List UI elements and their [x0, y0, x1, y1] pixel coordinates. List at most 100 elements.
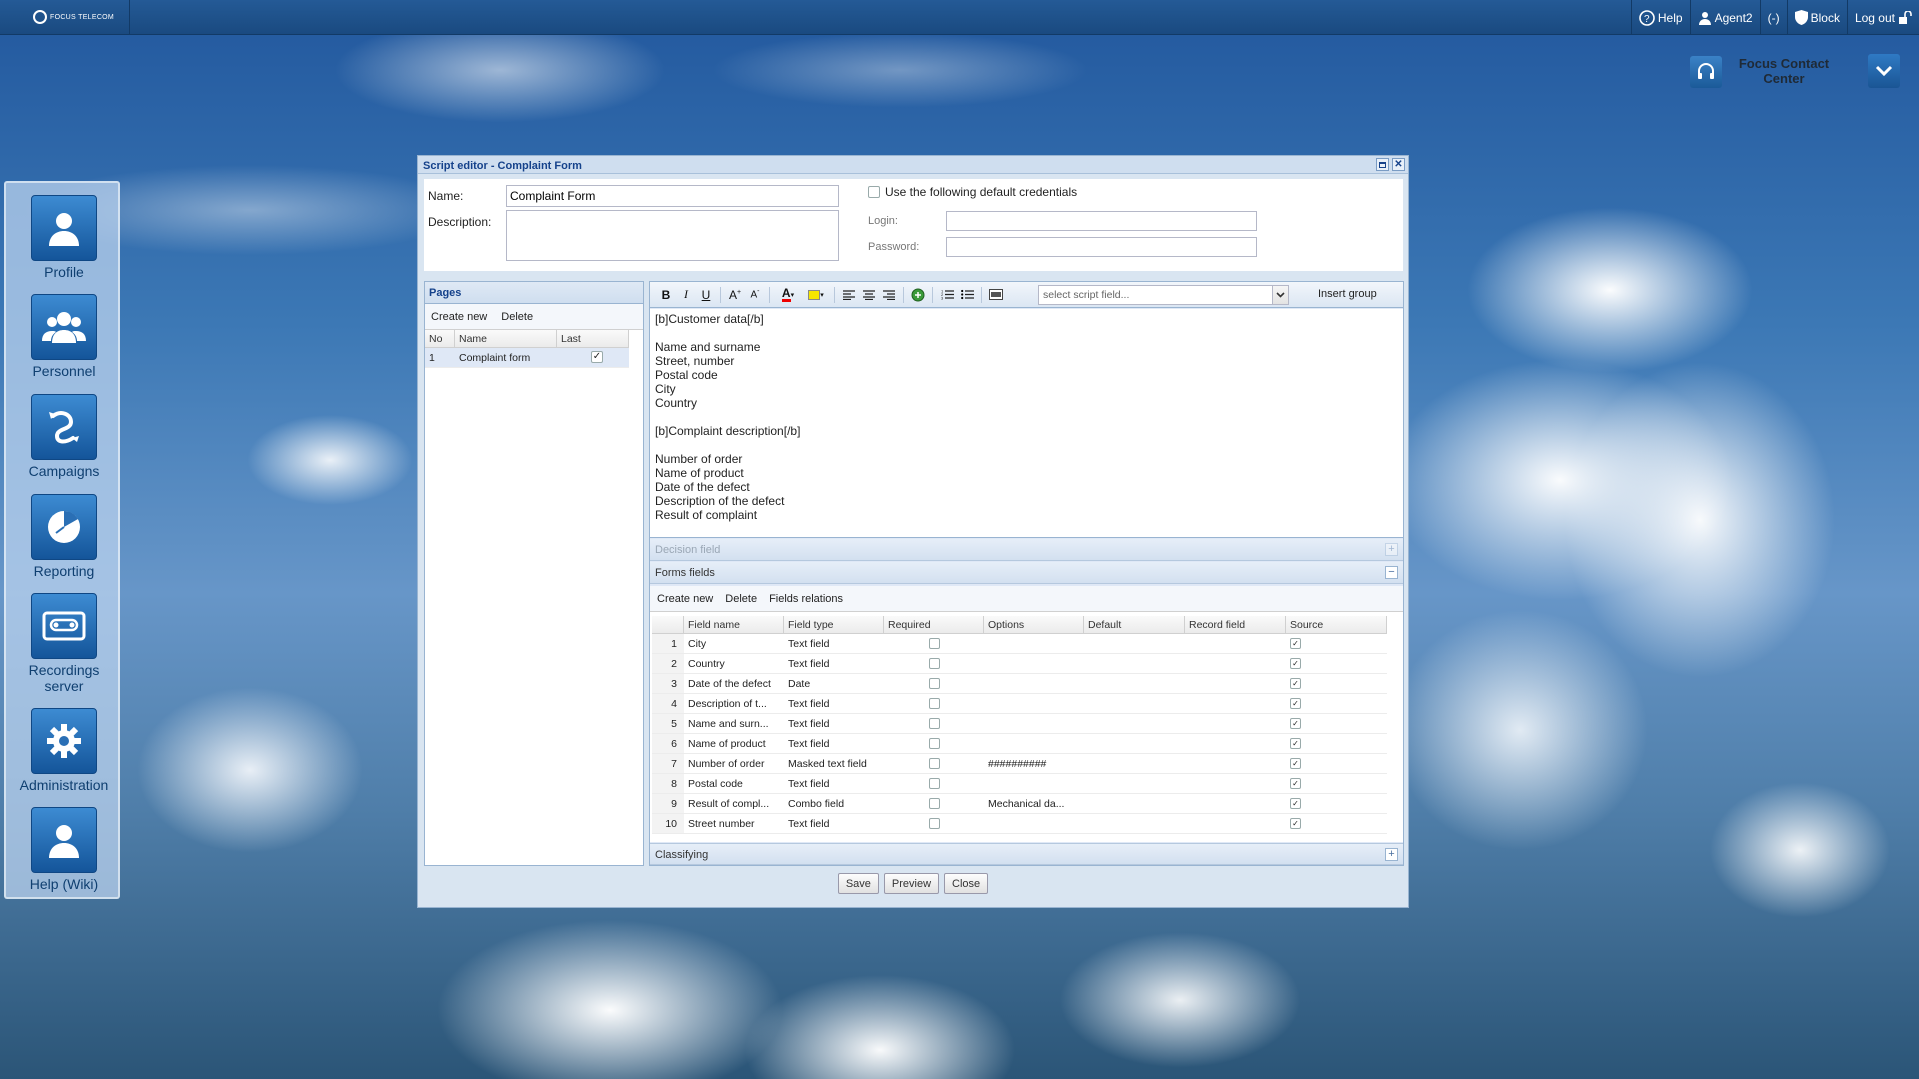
bold-icon: B	[661, 287, 671, 302]
create-page-button[interactable]: Create new	[431, 311, 487, 323]
sidebar-item-help-wiki[interactable]: Help (Wiki)	[6, 807, 122, 892]
column-header[interactable]: Source	[1286, 616, 1387, 633]
align-left-button[interactable]	[839, 285, 859, 305]
column-header[interactable]: Name	[455, 330, 557, 347]
bold-button[interactable]: B	[656, 285, 676, 305]
status-button[interactable]: (-)	[1759, 0, 1787, 35]
table-row[interactable]: 6 Name of product Text field ✓	[652, 734, 1387, 754]
source-checkbox[interactable]: ✓	[1290, 657, 1301, 669]
maximize-button[interactable]	[1376, 158, 1389, 171]
table-row[interactable]: 2 Country Text field ✓	[652, 654, 1387, 674]
sidebar-item-administration[interactable]: Administration	[6, 708, 122, 793]
name-input[interactable]	[506, 185, 839, 207]
italic-button[interactable]: I	[676, 285, 696, 305]
collapse-icon[interactable]: −	[1385, 566, 1398, 579]
required-checkbox[interactable]	[928, 657, 940, 669]
column-header[interactable]: Record field	[1185, 616, 1286, 633]
insert-link-button[interactable]	[908, 285, 928, 305]
source-checkbox[interactable]: ✓	[1290, 817, 1301, 829]
ordered-list-button[interactable]: 123	[937, 285, 957, 305]
column-header[interactable]: No	[425, 330, 455, 347]
table-row[interactable]: 9 Result of compl... Combo field Mechanical…	[652, 794, 1387, 814]
increase-font-button[interactable]: A+	[725, 285, 745, 305]
sidebar-item-recordings-server[interactable]: Recordings server	[6, 593, 122, 694]
source-checkbox[interactable]: ✓	[1290, 737, 1301, 749]
sidebar-item-profile[interactable]: Profile	[6, 195, 122, 280]
contact-center-dropdown[interactable]	[1868, 54, 1900, 88]
required-checkbox[interactable]	[928, 817, 940, 829]
save-button[interactable]: Save	[837, 873, 879, 894]
agent-button[interactable]: Agent2	[1689, 0, 1760, 35]
required-checkbox[interactable]	[928, 737, 940, 749]
source-checkbox[interactable]: ✓	[1290, 677, 1301, 689]
default-cell	[1084, 774, 1185, 793]
sidebar-item-reporting[interactable]: Reporting	[6, 494, 122, 579]
source-checkbox[interactable]: ✓	[1290, 637, 1301, 649]
table-row[interactable]: 4 Description of t... Text field ✓	[652, 694, 1387, 714]
description-textarea[interactable]	[506, 210, 839, 261]
sidebar-item-personnel[interactable]: Personnel	[6, 294, 122, 379]
column-header[interactable]: Last	[557, 330, 629, 347]
source-cell: ✓	[1286, 634, 1387, 653]
logout-button[interactable]: Log out	[1846, 0, 1919, 35]
bullet-list-button[interactable]	[957, 285, 977, 305]
close-window-button[interactable]: ✕	[1392, 158, 1405, 171]
close-button[interactable]: Close	[944, 873, 989, 894]
expand-icon[interactable]: +	[1385, 848, 1398, 861]
required-checkbox[interactable]	[928, 637, 940, 649]
decision-field-label: Decision field	[655, 544, 721, 556]
last-page-checkbox[interactable]: ✓	[591, 351, 603, 364]
required-checkbox[interactable]	[928, 697, 940, 709]
required-checkbox[interactable]	[928, 717, 940, 729]
source-checkbox[interactable]: ✓	[1290, 797, 1301, 809]
table-row[interactable]: 1 Complaint form ✓	[425, 348, 629, 368]
table-row[interactable]: 10 Street number Text field ✓	[652, 814, 1387, 834]
credentials-checkbox[interactable]	[868, 186, 880, 198]
script-text-area[interactable]: [b]Customer data[/b] Name and surname St…	[650, 309, 1403, 538]
decrease-font-button[interactable]: A-	[745, 285, 765, 305]
fields-relations-button[interactable]: Fields relations	[769, 593, 843, 605]
column-header[interactable]: Required	[884, 616, 984, 633]
source-checkbox[interactable]: ✓	[1290, 697, 1301, 709]
expand-icon[interactable]: +	[1385, 543, 1398, 556]
required-checkbox[interactable]	[928, 777, 940, 789]
script-field-select[interactable]: select script field...	[1038, 285, 1289, 305]
block-button[interactable]: Block	[1786, 0, 1847, 35]
source-edit-button[interactable]	[986, 285, 1006, 305]
required-checkbox[interactable]	[928, 757, 940, 769]
font-color-button[interactable]: A ▾	[774, 285, 802, 305]
delete-field-button[interactable]: Delete	[725, 593, 757, 605]
table-row[interactable]: 7 Number of order Masked text field #######…	[652, 754, 1387, 774]
forms-fields-header[interactable]: Forms fields −	[650, 562, 1403, 584]
decision-field-header[interactable]: Decision field +	[650, 539, 1403, 561]
classifying-header[interactable]: Classifying +	[650, 843, 1403, 865]
source-edit-icon	[989, 289, 1003, 300]
password-input[interactable]	[946, 237, 1257, 257]
help-button[interactable]: ? Help	[1630, 0, 1690, 35]
column-header[interactable]: Options	[984, 616, 1084, 633]
highlight-button[interactable]: ▾	[802, 285, 830, 305]
source-checkbox[interactable]: ✓	[1290, 777, 1301, 789]
source-checkbox[interactable]: ✓	[1290, 757, 1301, 769]
preview-button[interactable]: Preview	[883, 873, 940, 894]
required-checkbox[interactable]	[928, 677, 940, 689]
sidebar-item-campaigns[interactable]: Campaigns	[6, 394, 122, 479]
create-field-button[interactable]: Create new	[657, 593, 713, 605]
table-row[interactable]: 5 Name and surn... Text field ✓	[652, 714, 1387, 734]
underline-button[interactable]: U	[696, 285, 716, 305]
column-header[interactable]: Field type	[784, 616, 884, 633]
login-input[interactable]	[946, 211, 1257, 231]
required-checkbox[interactable]	[928, 797, 940, 809]
table-row[interactable]: 8 Postal code Text field ✓	[652, 774, 1387, 794]
record-field-cell	[1185, 714, 1286, 733]
chevron-down-icon[interactable]	[1272, 286, 1288, 304]
align-center-button[interactable]	[859, 285, 879, 305]
column-header[interactable]: Field name	[684, 616, 784, 633]
table-row[interactable]: 1 City Text field ✓	[652, 634, 1387, 654]
table-row[interactable]: 3 Date of the defect Date ✓	[652, 674, 1387, 694]
source-checkbox[interactable]: ✓	[1290, 717, 1301, 729]
column-header[interactable]: Default	[1084, 616, 1185, 633]
align-right-button[interactable]	[879, 285, 899, 305]
insert-group-button[interactable]: Insert group	[1318, 288, 1377, 300]
delete-page-button[interactable]: Delete	[501, 311, 533, 323]
